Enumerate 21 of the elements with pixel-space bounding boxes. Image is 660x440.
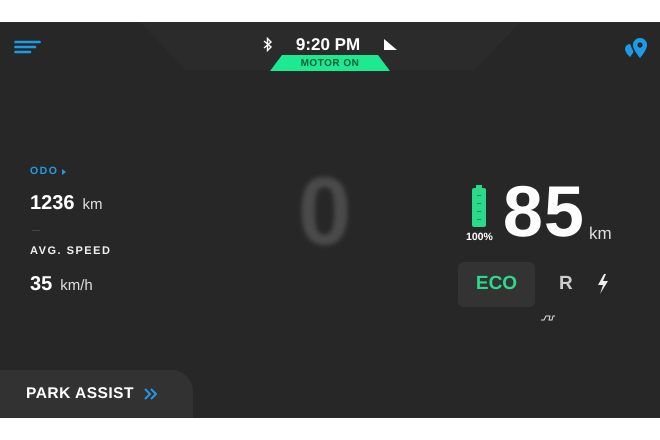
motor-status-banner: MOTOR ON <box>270 55 390 71</box>
drive-mode-button[interactable]: R <box>543 262 589 306</box>
squiggle-icon <box>540 314 556 320</box>
drive-mode-button[interactable]: ECO <box>458 262 535 306</box>
avg-speed-label: AVG. SPEED <box>30 244 112 259</box>
avg-speed-unit: km/h <box>60 276 93 296</box>
signal-icon <box>384 39 398 50</box>
battery-percent: 100% <box>466 230 493 246</box>
odometer-value: 1236 <box>30 190 74 216</box>
menu-icon[interactable] <box>14 40 41 54</box>
caret-icon[interactable] <box>62 168 66 175</box>
park-assist-button[interactable]: PARK ASSIST <box>0 370 193 418</box>
range-unit: km <box>588 222 612 244</box>
range-value: 85 <box>502 176 585 248</box>
avg-speed-value: 35 <box>30 272 52 298</box>
clock-time: 9:20 PM <box>296 34 360 56</box>
double-chevron-icon <box>144 388 157 400</box>
odo-label[interactable]: ODO <box>30 164 58 180</box>
lightning-icon[interactable] <box>596 274 609 294</box>
location-pins-icon[interactable] <box>624 37 648 59</box>
odometer-unit: km <box>82 194 102 215</box>
